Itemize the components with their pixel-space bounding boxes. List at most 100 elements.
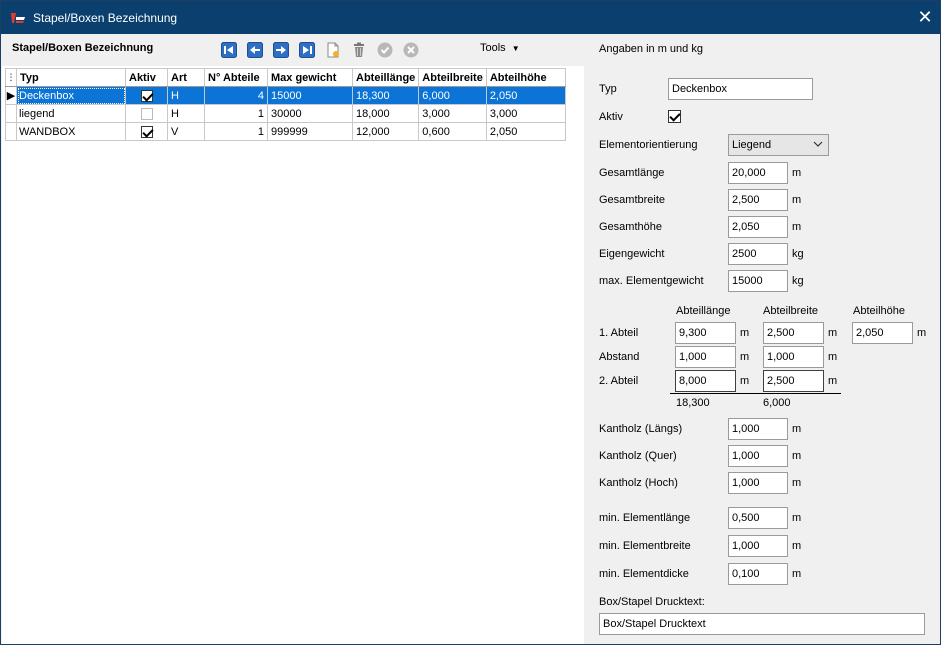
- eigengewicht-label: Eigengewicht: [599, 248, 665, 260]
- kantholz-hoch-label: Kantholz (Hoch): [599, 477, 678, 489]
- orientation-label: Elementorientierung: [599, 139, 698, 151]
- aktiv-checkbox[interactable]: [668, 110, 681, 123]
- min-elementdicke-field[interactable]: 0,100: [728, 563, 788, 585]
- cell-typ[interactable]: liegend: [16, 104, 126, 123]
- close-button[interactable]: ✕: [913, 5, 937, 29]
- min-elementlaenge-field[interactable]: 0,500: [728, 507, 788, 529]
- cell-max-gewicht[interactable]: 30000: [267, 104, 353, 123]
- min-elementbreite-label: min. Elementbreite: [599, 540, 691, 552]
- cell-abteile[interactable]: 4: [204, 86, 268, 105]
- cell-typ[interactable]: Deckenbox: [16, 86, 126, 105]
- cell-abteile[interactable]: 1: [204, 104, 268, 123]
- save-record-icon[interactable]: [377, 42, 393, 58]
- cell-art[interactable]: H: [167, 104, 205, 123]
- abstand-breite-field[interactable]: 1,000: [763, 346, 824, 368]
- unit-m: m: [792, 194, 802, 206]
- records-grid: ⋮ Typ Aktiv Art N° Abteile Max gewicht A…: [5, 68, 566, 141]
- typ-field[interactable]: Deckenbox: [668, 78, 813, 100]
- sum-divider: [670, 393, 841, 394]
- column-header-typ[interactable]: Typ: [16, 68, 126, 87]
- cell-abteilbreite[interactable]: 6,000: [418, 86, 487, 105]
- min-elementbreite-field[interactable]: 1,000: [728, 535, 788, 557]
- abteil1-laenge-field[interactable]: 9,300: [675, 322, 736, 344]
- unit-m: m: [792, 512, 802, 524]
- drucktext-field[interactable]: Box/Stapel Drucktext: [599, 613, 925, 635]
- sum-laenge: 18,300: [676, 397, 710, 409]
- abteil1-label: 1. Abteil: [599, 327, 639, 339]
- cancel-record-icon[interactable]: [403, 42, 419, 58]
- column-header-abteilbreite[interactable]: Abteilbreite: [418, 68, 487, 87]
- aktiv-checkbox[interactable]: [140, 125, 153, 138]
- cell-aktiv[interactable]: [125, 104, 168, 123]
- table-row[interactable]: ▶ Deckenbox H 4 15000 18,300 6,000 2,050: [5, 86, 566, 105]
- eigengewicht-field[interactable]: 2500: [728, 243, 788, 265]
- max-elementgewicht-label: max. Elementgewicht: [599, 275, 704, 287]
- tools-menu[interactable]: Tools ▼: [480, 42, 520, 54]
- unit-m: m: [792, 540, 802, 552]
- sum-breite: 6,000: [763, 397, 791, 409]
- abstand-label: Abstand: [599, 351, 640, 363]
- list-toolbar: Stapel/Boxen Bezeichnung Tools ▼: [2, 34, 584, 66]
- cell-aktiv[interactable]: [125, 86, 168, 105]
- unit-m: m: [740, 327, 750, 339]
- cell-aktiv[interactable]: [125, 122, 168, 141]
- kantholz-hoch-field[interactable]: 1,000: [728, 472, 788, 494]
- aktiv-checkbox[interactable]: [140, 89, 153, 102]
- column-header-abteile[interactable]: N° Abteile: [204, 68, 268, 87]
- list-panel: Stapel/Boxen Bezeichnung Tools ▼ ⋮ Typ A…: [2, 34, 584, 644]
- column-header-art[interactable]: Art: [167, 68, 205, 87]
- kantholz-laengs-field[interactable]: 1,000: [728, 418, 788, 440]
- gesamtlaenge-field[interactable]: 20,000: [728, 162, 788, 184]
- cell-abteilhoehe[interactable]: 2,050: [485, 86, 566, 105]
- unit-m: m: [740, 351, 750, 363]
- cell-abteilbreite[interactable]: 3,000: [418, 104, 487, 123]
- unit-m: m: [792, 221, 802, 233]
- cell-abteilhoehe[interactable]: 3,000: [485, 104, 566, 123]
- aktiv-checkbox[interactable]: [140, 107, 153, 120]
- delete-record-icon[interactable]: [351, 42, 367, 58]
- kantholz-quer-label: Kantholz (Quer): [599, 450, 677, 462]
- unit-m: m: [740, 375, 750, 387]
- cell-abteilhoehe[interactable]: 2,050: [485, 122, 566, 141]
- row-selector-header[interactable]: ⋮: [5, 68, 17, 87]
- first-record-icon[interactable]: [221, 42, 237, 58]
- gesamthoehe-field[interactable]: 2,050: [728, 216, 788, 238]
- max-elementgewicht-field[interactable]: 15000: [728, 270, 788, 292]
- cell-abteile[interactable]: 1: [204, 122, 268, 141]
- cell-abteillaenge[interactable]: 18,300: [351, 86, 420, 105]
- unit-kg: kg: [792, 275, 804, 287]
- orientation-select[interactable]: Liegend: [728, 134, 829, 156]
- orientation-value: Liegend: [732, 139, 772, 151]
- unit-m: m: [917, 327, 927, 339]
- cell-abteilbreite[interactable]: 0,600: [418, 122, 487, 141]
- abteil2-breite-field[interactable]: 2,500: [763, 370, 824, 392]
- previous-record-icon[interactable]: [247, 42, 263, 58]
- abstand-laenge-field[interactable]: 1,000: [675, 346, 736, 368]
- cell-max-gewicht[interactable]: 15000: [267, 86, 353, 105]
- dialog-window: Stapel/Boxen Bezeichnung ✕ Stapel/Boxen …: [0, 0, 941, 645]
- gesamtbreite-field[interactable]: 2,500: [728, 189, 788, 211]
- cell-max-gewicht[interactable]: 999999: [267, 122, 353, 141]
- detail-panel: Angaben in m und kg Typ Deckenbox Aktiv …: [584, 34, 940, 644]
- table-row[interactable]: WANDBOX V 1 999999 12,000 0,600 2,050: [5, 122, 566, 141]
- cell-art[interactable]: V: [167, 122, 205, 141]
- table-row[interactable]: liegend H 1 30000 18,000 3,000 3,000: [5, 104, 566, 123]
- column-header-abteilhoehe[interactable]: Abteilhöhe: [485, 68, 566, 87]
- typ-label: Typ: [599, 83, 617, 95]
- kantholz-quer-field[interactable]: 1,000: [728, 445, 788, 467]
- abteil1-hoehe-field[interactable]: 2,050: [852, 322, 913, 344]
- column-header-max-gewicht[interactable]: Max gewicht: [267, 68, 353, 87]
- next-record-icon[interactable]: [273, 42, 289, 58]
- column-header-abteillaenge[interactable]: Abteillänge: [351, 68, 420, 87]
- row-pointer-cell: [5, 122, 17, 141]
- abteil2-laenge-field[interactable]: 8,000: [675, 370, 736, 392]
- cell-typ[interactable]: WANDBOX: [16, 122, 126, 141]
- abteillaenge-header: Abteillänge: [676, 305, 731, 317]
- abteil1-breite-field[interactable]: 2,500: [763, 322, 824, 344]
- last-record-icon[interactable]: [299, 42, 315, 58]
- cell-art[interactable]: H: [167, 86, 205, 105]
- cell-abteillaenge[interactable]: 18,000: [351, 104, 420, 123]
- new-record-icon[interactable]: [325, 42, 341, 58]
- cell-abteillaenge[interactable]: 12,000: [351, 122, 420, 141]
- column-header-aktiv[interactable]: Aktiv: [125, 68, 168, 87]
